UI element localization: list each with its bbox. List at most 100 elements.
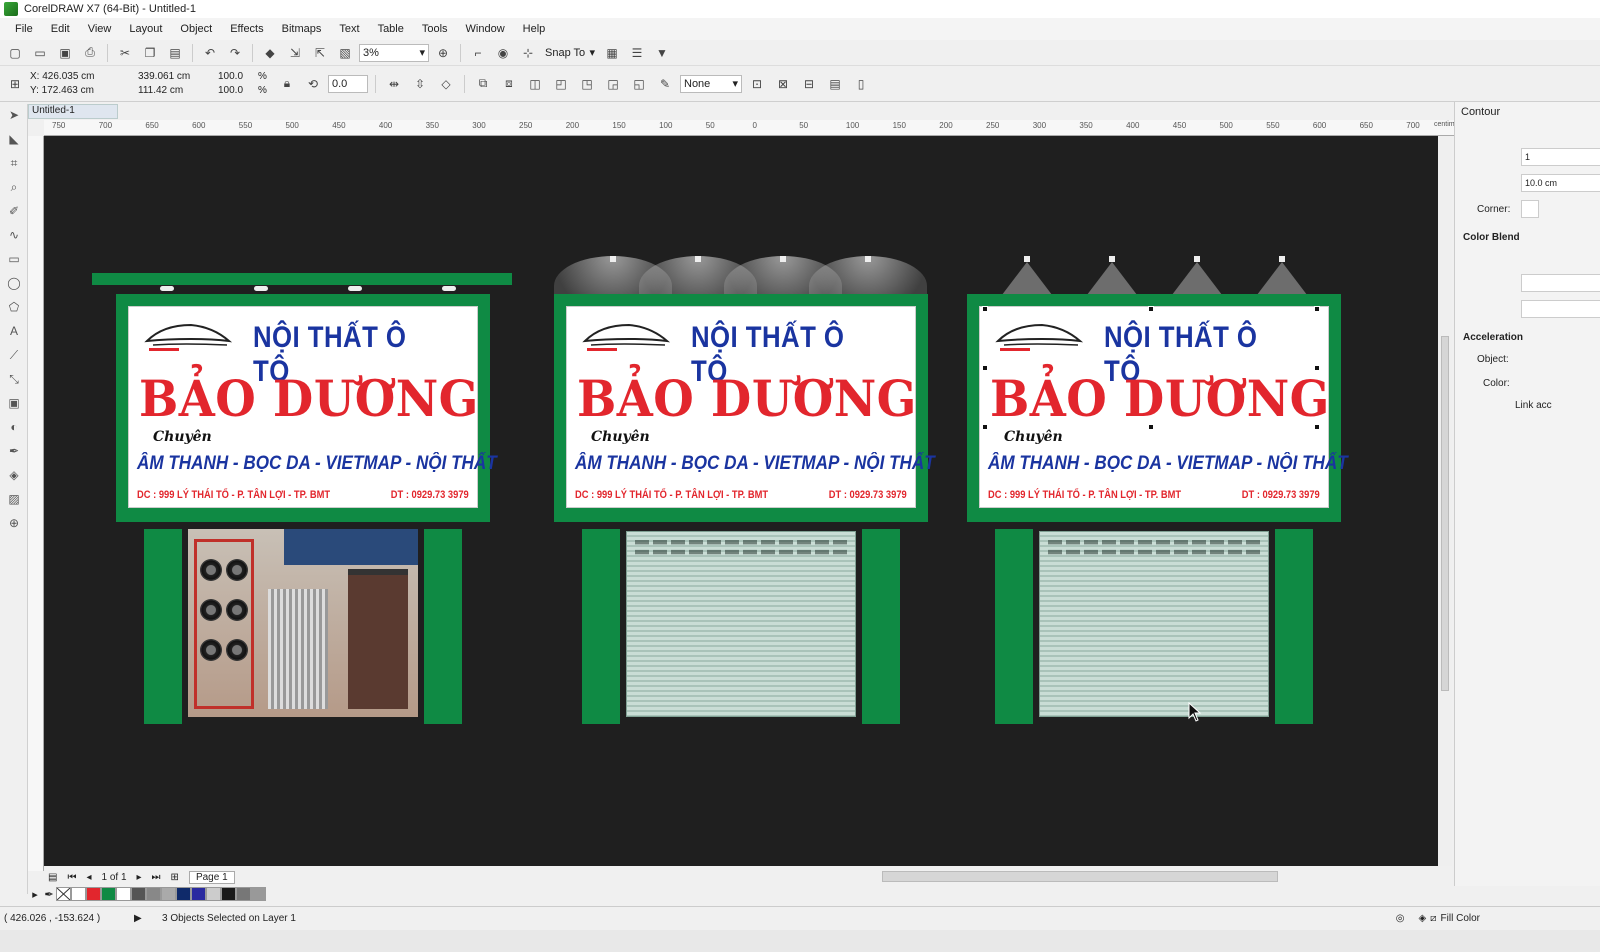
right-pillar[interactable]: [424, 529, 462, 724]
awning-bar[interactable]: [92, 273, 512, 285]
create-boundary-icon[interactable]: ⊟: [798, 74, 820, 94]
first-page-icon[interactable]: ⏮: [67, 872, 76, 883]
color-swatch[interactable]: [206, 887, 221, 901]
page-tab[interactable]: Page 1: [188, 870, 235, 884]
contour-offset-field[interactable]: 10.0 cm: [1521, 174, 1600, 192]
combine-icon[interactable]: ◫: [524, 74, 546, 94]
color-swatch[interactable]: [131, 887, 146, 901]
selection-handle[interactable]: [982, 306, 988, 312]
play-icon[interactable]: ▶: [134, 913, 148, 924]
sign-board[interactable]: NỘI THẤT Ô TÔ BẢO DƯƠNG Chuyên ÂM THANH …: [116, 294, 497, 522]
roller-shutter[interactable]: [1039, 531, 1269, 717]
ellipse-tool-icon[interactable]: ◯: [4, 276, 24, 296]
show-grid-icon[interactable]: ◉: [492, 43, 514, 63]
menu-window[interactable]: Window: [457, 23, 514, 35]
add-tool-icon[interactable]: ⊕: [4, 516, 24, 536]
menu-file[interactable]: File: [6, 23, 42, 35]
show-rulers-icon[interactable]: ⌐: [467, 43, 489, 63]
sign-board[interactable]: NỘI THẤT Ô TÔ BẢO DƯƠNG Chuyên ÂM THANH …: [554, 294, 935, 522]
roller-shutter[interactable]: [626, 531, 856, 717]
scale-height-field[interactable]: 100.0: [218, 84, 254, 98]
polygon-tool-icon[interactable]: ⬠: [4, 300, 24, 320]
menu-edit[interactable]: Edit: [42, 23, 79, 35]
distribute-icon[interactable]: ⊠: [772, 74, 794, 94]
menu-table[interactable]: Table: [369, 23, 413, 35]
left-pillar[interactable]: [144, 529, 182, 724]
wrap-text-icon[interactable]: ▯: [850, 74, 872, 94]
height-field[interactable]: 111.42 cm: [138, 84, 214, 98]
zoom-level-combo[interactable]: 3% ▾: [359, 43, 429, 62]
text-tool-icon[interactable]: A: [4, 324, 24, 344]
last-page-icon[interactable]: ⏭: [152, 872, 161, 883]
menu-object[interactable]: Object: [171, 23, 221, 35]
drop-shadow-icon[interactable]: ▣: [4, 396, 24, 416]
previous-page-icon[interactable]: ◂: [86, 872, 91, 883]
convert-to-curves-icon[interactable]: ◇: [435, 74, 457, 94]
trim-icon[interactable]: ◳: [576, 74, 598, 94]
menu-effects[interactable]: Effects: [221, 23, 272, 35]
application-launcher-icon[interactable]: ☰: [626, 43, 648, 63]
menu-view[interactable]: View: [79, 23, 121, 35]
left-pillar[interactable]: [995, 529, 1033, 724]
corner-mitered-button[interactable]: [1521, 200, 1539, 218]
parallel-dimension-icon[interactable]: ⟋: [4, 348, 24, 368]
color-swatch[interactable]: [86, 887, 101, 901]
color-eyedropper-icon[interactable]: ✒: [4, 444, 24, 464]
cut-icon[interactable]: ✂: [114, 43, 136, 63]
document-navigator-icon[interactable]: ▤: [48, 872, 57, 883]
zoom-tool-icon[interactable]: ⌕: [4, 180, 24, 200]
paste-icon[interactable]: ▤: [164, 43, 186, 63]
color-swatch[interactable]: [251, 887, 266, 901]
artistic-media-icon[interactable]: ∿: [4, 228, 24, 248]
intersect-icon[interactable]: ◲: [602, 74, 624, 94]
ungroup-icon[interactable]: ⧈: [498, 74, 520, 94]
contour-steps-field[interactable]: 1: [1521, 148, 1600, 166]
scale-width-field[interactable]: 100.0: [218, 70, 254, 84]
copy-icon[interactable]: ❐: [139, 43, 161, 63]
selection-handle[interactable]: [1314, 306, 1320, 312]
options-icon[interactable]: ▦: [601, 43, 623, 63]
transparency-tool-icon[interactable]: ◐: [4, 420, 24, 440]
y-position-field[interactable]: Y: 172.463 cm: [30, 84, 120, 98]
color-swatch[interactable]: [101, 887, 116, 901]
selection-handle[interactable]: [982, 424, 988, 430]
color-swatch[interactable]: [161, 887, 176, 901]
menu-tools[interactable]: Tools: [413, 23, 457, 35]
rotate-icon[interactable]: ⟲: [302, 74, 324, 94]
pick-tool-icon[interactable]: ➤: [4, 108, 24, 128]
add-page-icon[interactable]: ⊞: [171, 872, 179, 883]
outline-color-picker[interactable]: [1521, 274, 1600, 292]
save-icon[interactable]: ▣: [54, 43, 76, 63]
mirror-vertical-icon[interactable]: ⇳: [409, 74, 431, 94]
print-icon[interactable]: ⎙: [79, 43, 101, 63]
selection-handle[interactable]: [982, 365, 988, 371]
next-page-icon[interactable]: ▸: [137, 872, 142, 883]
right-pillar[interactable]: [1275, 529, 1313, 724]
color-swatch[interactable]: [191, 887, 206, 901]
sign-board[interactable]: NỘI THẤT Ô TÔ BẢO DƯƠNG Chuyên ÂM THANH …: [967, 294, 1348, 522]
outline-width-dropdown[interactable]: None ▾: [680, 74, 742, 93]
right-pillar[interactable]: [862, 529, 900, 724]
rectangle-tool-icon[interactable]: ▭: [4, 252, 24, 272]
snap-to-dropdown[interactable]: Snap To ▾: [542, 44, 598, 62]
crop-tool-icon[interactable]: ⌗: [4, 156, 24, 176]
interactive-fill-icon[interactable]: ◈: [4, 468, 24, 488]
connector-tool-icon[interactable]: ⤡: [4, 372, 24, 392]
eyedropper-icon[interactable]: ✒: [42, 888, 56, 901]
selection-handle[interactable]: [1148, 424, 1154, 430]
color-swatch[interactable]: [146, 887, 161, 901]
store-interior-photo[interactable]: [188, 529, 418, 717]
publish-pdf-icon[interactable]: ▧: [334, 43, 356, 63]
object-origin-icon[interactable]: ⊞: [4, 74, 26, 94]
width-field[interactable]: 339.061 cm: [138, 70, 214, 84]
vertical-scrollbar[interactable]: [1438, 136, 1452, 866]
document-tab[interactable]: Untitled-1: [28, 104, 118, 119]
weld-icon[interactable]: ◰: [550, 74, 572, 94]
quick-customize-icon[interactable]: ▤: [824, 74, 846, 94]
color-swatch[interactable]: [116, 887, 131, 901]
freehand-tool-icon[interactable]: ✐: [4, 204, 24, 224]
import-icon[interactable]: ⇲: [284, 43, 306, 63]
palette-scroll-icon[interactable]: ▸: [28, 888, 42, 901]
full-screen-preview-icon[interactable]: ⊕: [432, 43, 454, 63]
color-proofing-icon[interactable]: ◎: [1396, 913, 1419, 924]
